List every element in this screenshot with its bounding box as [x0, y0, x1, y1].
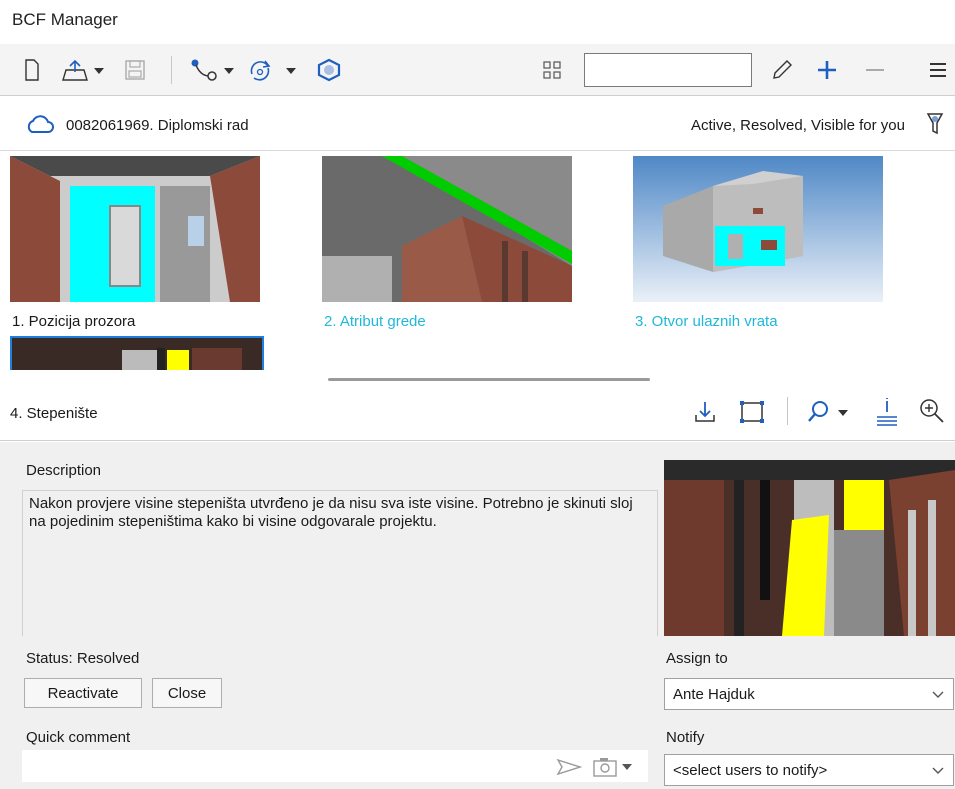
chevron-down-icon	[931, 688, 945, 705]
zoom-in-icon[interactable]	[918, 397, 946, 428]
filter-summary: Active, Resolved, Visible for you	[691, 117, 905, 134]
topic-card[interactable]: 1. Pozicija prozora	[10, 156, 260, 336]
pane-splitter[interactable]	[328, 378, 650, 381]
quick-comment-input[interactable]	[22, 750, 648, 782]
new-file-icon[interactable]	[24, 57, 40, 83]
toolbar	[0, 44, 955, 96]
quick-comment-label: Quick comment	[26, 729, 131, 746]
notify-value: <select users to notify>	[673, 762, 828, 779]
chevron-down-icon	[931, 764, 945, 781]
topic-thumbnail[interactable]	[10, 336, 264, 370]
description-field[interactable]: Nakon provjere visine stepeništa utvrđen…	[22, 490, 658, 636]
send-icon[interactable]	[556, 758, 583, 779]
remove-icon[interactable]	[864, 57, 886, 83]
window-title: BCF Manager	[12, 10, 118, 29]
topic-card-selected[interactable]	[10, 336, 264, 370]
status-text: Status: Resolved	[26, 650, 140, 667]
frame-icon[interactable]	[738, 399, 766, 428]
topic-label[interactable]: 1. Pozicija prozora	[12, 313, 135, 330]
topic-title: 4. Stepenište	[10, 405, 98, 422]
project-name[interactable]: 0082061969. Diplomski rad	[66, 117, 249, 134]
model-icon[interactable]	[316, 57, 342, 83]
topic-thumbnail[interactable]	[633, 156, 883, 302]
import-icon[interactable]	[60, 57, 108, 83]
assign-label: Assign to	[666, 650, 728, 667]
topic-gallery: 1. Pozicija prozora 2. Atribut grede 3. …	[0, 152, 955, 370]
topic-header: 4. Stepenište	[0, 385, 955, 441]
measure-icon[interactable]	[874, 397, 900, 430]
menu-icon[interactable]	[928, 57, 948, 83]
project-bar: 0082061969. Diplomski rad Active, Resolv…	[0, 97, 955, 151]
download-icon[interactable]	[692, 399, 718, 428]
search-icon[interactable]	[806, 399, 856, 428]
camera-icon[interactable]	[592, 756, 640, 781]
sync-icon[interactable]	[248, 57, 304, 83]
description-label: Description	[26, 462, 102, 479]
topic-label[interactable]: 3. Otvor ulaznih vrata	[635, 313, 778, 330]
topic-card[interactable]: 3. Otvor ulaznih vrata	[633, 156, 883, 336]
connect-icon[interactable]	[190, 57, 242, 83]
topic-thumbnail[interactable]	[10, 156, 260, 302]
notify-label: Notify	[666, 729, 705, 746]
topic-details: Description Nakon provjere visine stepen…	[0, 442, 955, 789]
view-toggle-icon[interactable]	[542, 57, 562, 83]
assign-select[interactable]: Ante Hajduk	[664, 678, 954, 710]
topic-thumbnail[interactable]	[322, 156, 572, 302]
search-input[interactable]	[584, 53, 752, 87]
snapshot-preview[interactable]	[664, 460, 955, 636]
add-icon[interactable]	[815, 57, 839, 83]
close-button[interactable]: Close	[152, 678, 222, 708]
filter-icon[interactable]	[925, 111, 945, 140]
cloud-icon	[26, 115, 54, 138]
topic-label[interactable]: 2. Atribut grede	[324, 313, 426, 330]
reactivate-button[interactable]: Reactivate	[24, 678, 142, 708]
assign-value: Ante Hajduk	[673, 686, 755, 703]
edit-icon[interactable]	[770, 57, 794, 83]
topic-card[interactable]: 2. Atribut grede	[322, 156, 572, 336]
notify-select[interactable]: <select users to notify>	[664, 754, 954, 786]
save-icon[interactable]	[124, 57, 146, 83]
